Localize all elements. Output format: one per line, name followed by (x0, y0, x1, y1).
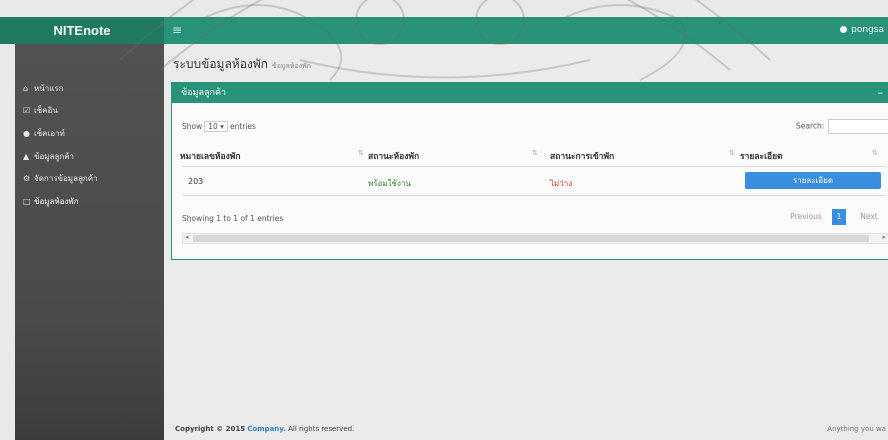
footer-right-text: Anything you wa (827, 425, 886, 433)
sidebar-item-label: เช็คอิน (34, 106, 58, 115)
pagination-previous[interactable]: Previous (786, 209, 826, 225)
settings-icon: ⚙ (23, 174, 31, 183)
entries-length: Show 10 ▾ entries (182, 121, 256, 132)
search-label: Search: (796, 121, 825, 131)
collapse-icon[interactable]: – (878, 83, 884, 103)
brand-logo[interactable]: NITEnote (0, 17, 164, 44)
page-title: ระบบข้อมูลห้องพัก ข้อมูลห้องพัก (173, 57, 311, 71)
sidebar-item-label: หน้าแรก (34, 84, 64, 93)
sidebar-item-customers[interactable]: ▲ ข้อมูลลูกค้า (23, 150, 74, 163)
row-divider (182, 195, 887, 196)
column-header-room-status[interactable]: สถานะห้องพัก (368, 149, 419, 163)
detail-button[interactable]: รายละเอียด (745, 172, 881, 189)
footer-copyright: Copyright © 2015 Company. All rights res… (175, 425, 355, 433)
pagination-page-1[interactable]: 1 (832, 209, 846, 225)
checkin-icon: ☑ (23, 106, 31, 115)
menu-toggle-icon[interactable]: ≡ (172, 17, 182, 44)
sidebar-item-label: จัดการข้อมูลลูกค้า (34, 174, 98, 183)
scroll-right-icon[interactable]: ▸ (882, 233, 886, 241)
column-header-stay-status[interactable]: สถานะการเข้าพัก (550, 149, 614, 163)
column-header-detail[interactable]: รายละเอียด (740, 149, 783, 163)
sidebar-item-label: ข้อมูลลูกค้า (34, 152, 75, 161)
sort-icon[interactable]: ⇅ (532, 149, 538, 157)
sidebar-item-label: ข้อมูลห้องพัก (34, 197, 79, 206)
cell-room-status: พร้อมใช้งาน (368, 179, 411, 188)
sidebar-item-manage-customers[interactable]: ⚙ จัดการข้อมูลลูกค้า (23, 172, 98, 185)
column-header-room[interactable]: หมายเลขห้องพัก (180, 149, 241, 163)
header-divider (182, 166, 887, 167)
sidebar-item-checkout[interactable]: ● เช็คเอาท์ (23, 127, 65, 140)
table-info: Showing 1 to 1 of 1 entries (182, 214, 284, 223)
panel-title: ข้อมูลลูกค้า (181, 88, 227, 98)
entries-select[interactable]: 10 ▾ (204, 121, 228, 132)
sidebar: ⌂ หน้าแรก ☑ เช็คอิน ● เช็คเอาท์ ▲ ข้อมูลลูกค… (15, 44, 164, 440)
page-subtitle: ข้อมูลห้องพัก (271, 62, 311, 70)
sort-icon[interactable]: ⇅ (358, 149, 364, 157)
checkout-icon: ● (23, 129, 30, 138)
user-icon: ▲ (23, 152, 30, 161)
monitor-icon: □ (23, 197, 31, 206)
scrollbar-thumb[interactable] (193, 235, 869, 242)
gear-icon (840, 26, 848, 33)
sort-icon[interactable]: ⇅ (729, 149, 735, 157)
pagination-next[interactable]: Next (856, 209, 882, 225)
user-name: pongsa (851, 25, 884, 35)
sidebar-item-home[interactable]: ⌂ หน้าแรก (23, 82, 64, 95)
top-navbar: NITEnote ≡ pongsa (0, 17, 888, 44)
cell-stay-status: ไม่ว่าง (550, 179, 573, 188)
sidebar-item-checkin[interactable]: ☑ เช็คอิน (23, 104, 58, 117)
panel-header: ข้อมูลลูกค้า – (172, 83, 888, 103)
cell-room-number: 203 (188, 177, 204, 186)
rooms-panel: ข้อมูลลูกค้า – Show 10 ▾ entries Search: ห… (171, 82, 888, 260)
sidebar-item-label: เช็คเอาท์ (34, 129, 65, 138)
footer-company-link[interactable]: Company. (247, 425, 286, 433)
search-input[interactable] (828, 119, 888, 134)
sort-icon[interactable]: ⇅ (872, 149, 878, 157)
horizontal-scrollbar[interactable]: ◂ ▸ (182, 233, 888, 244)
table-search: Search: (796, 119, 888, 134)
sidebar-item-rooms[interactable]: □ ข้อมูลห้องพัก (23, 195, 79, 208)
user-menu[interactable]: pongsa (840, 17, 884, 44)
home-icon: ⌂ (23, 84, 29, 93)
scroll-left-icon[interactable]: ◂ (185, 233, 189, 241)
